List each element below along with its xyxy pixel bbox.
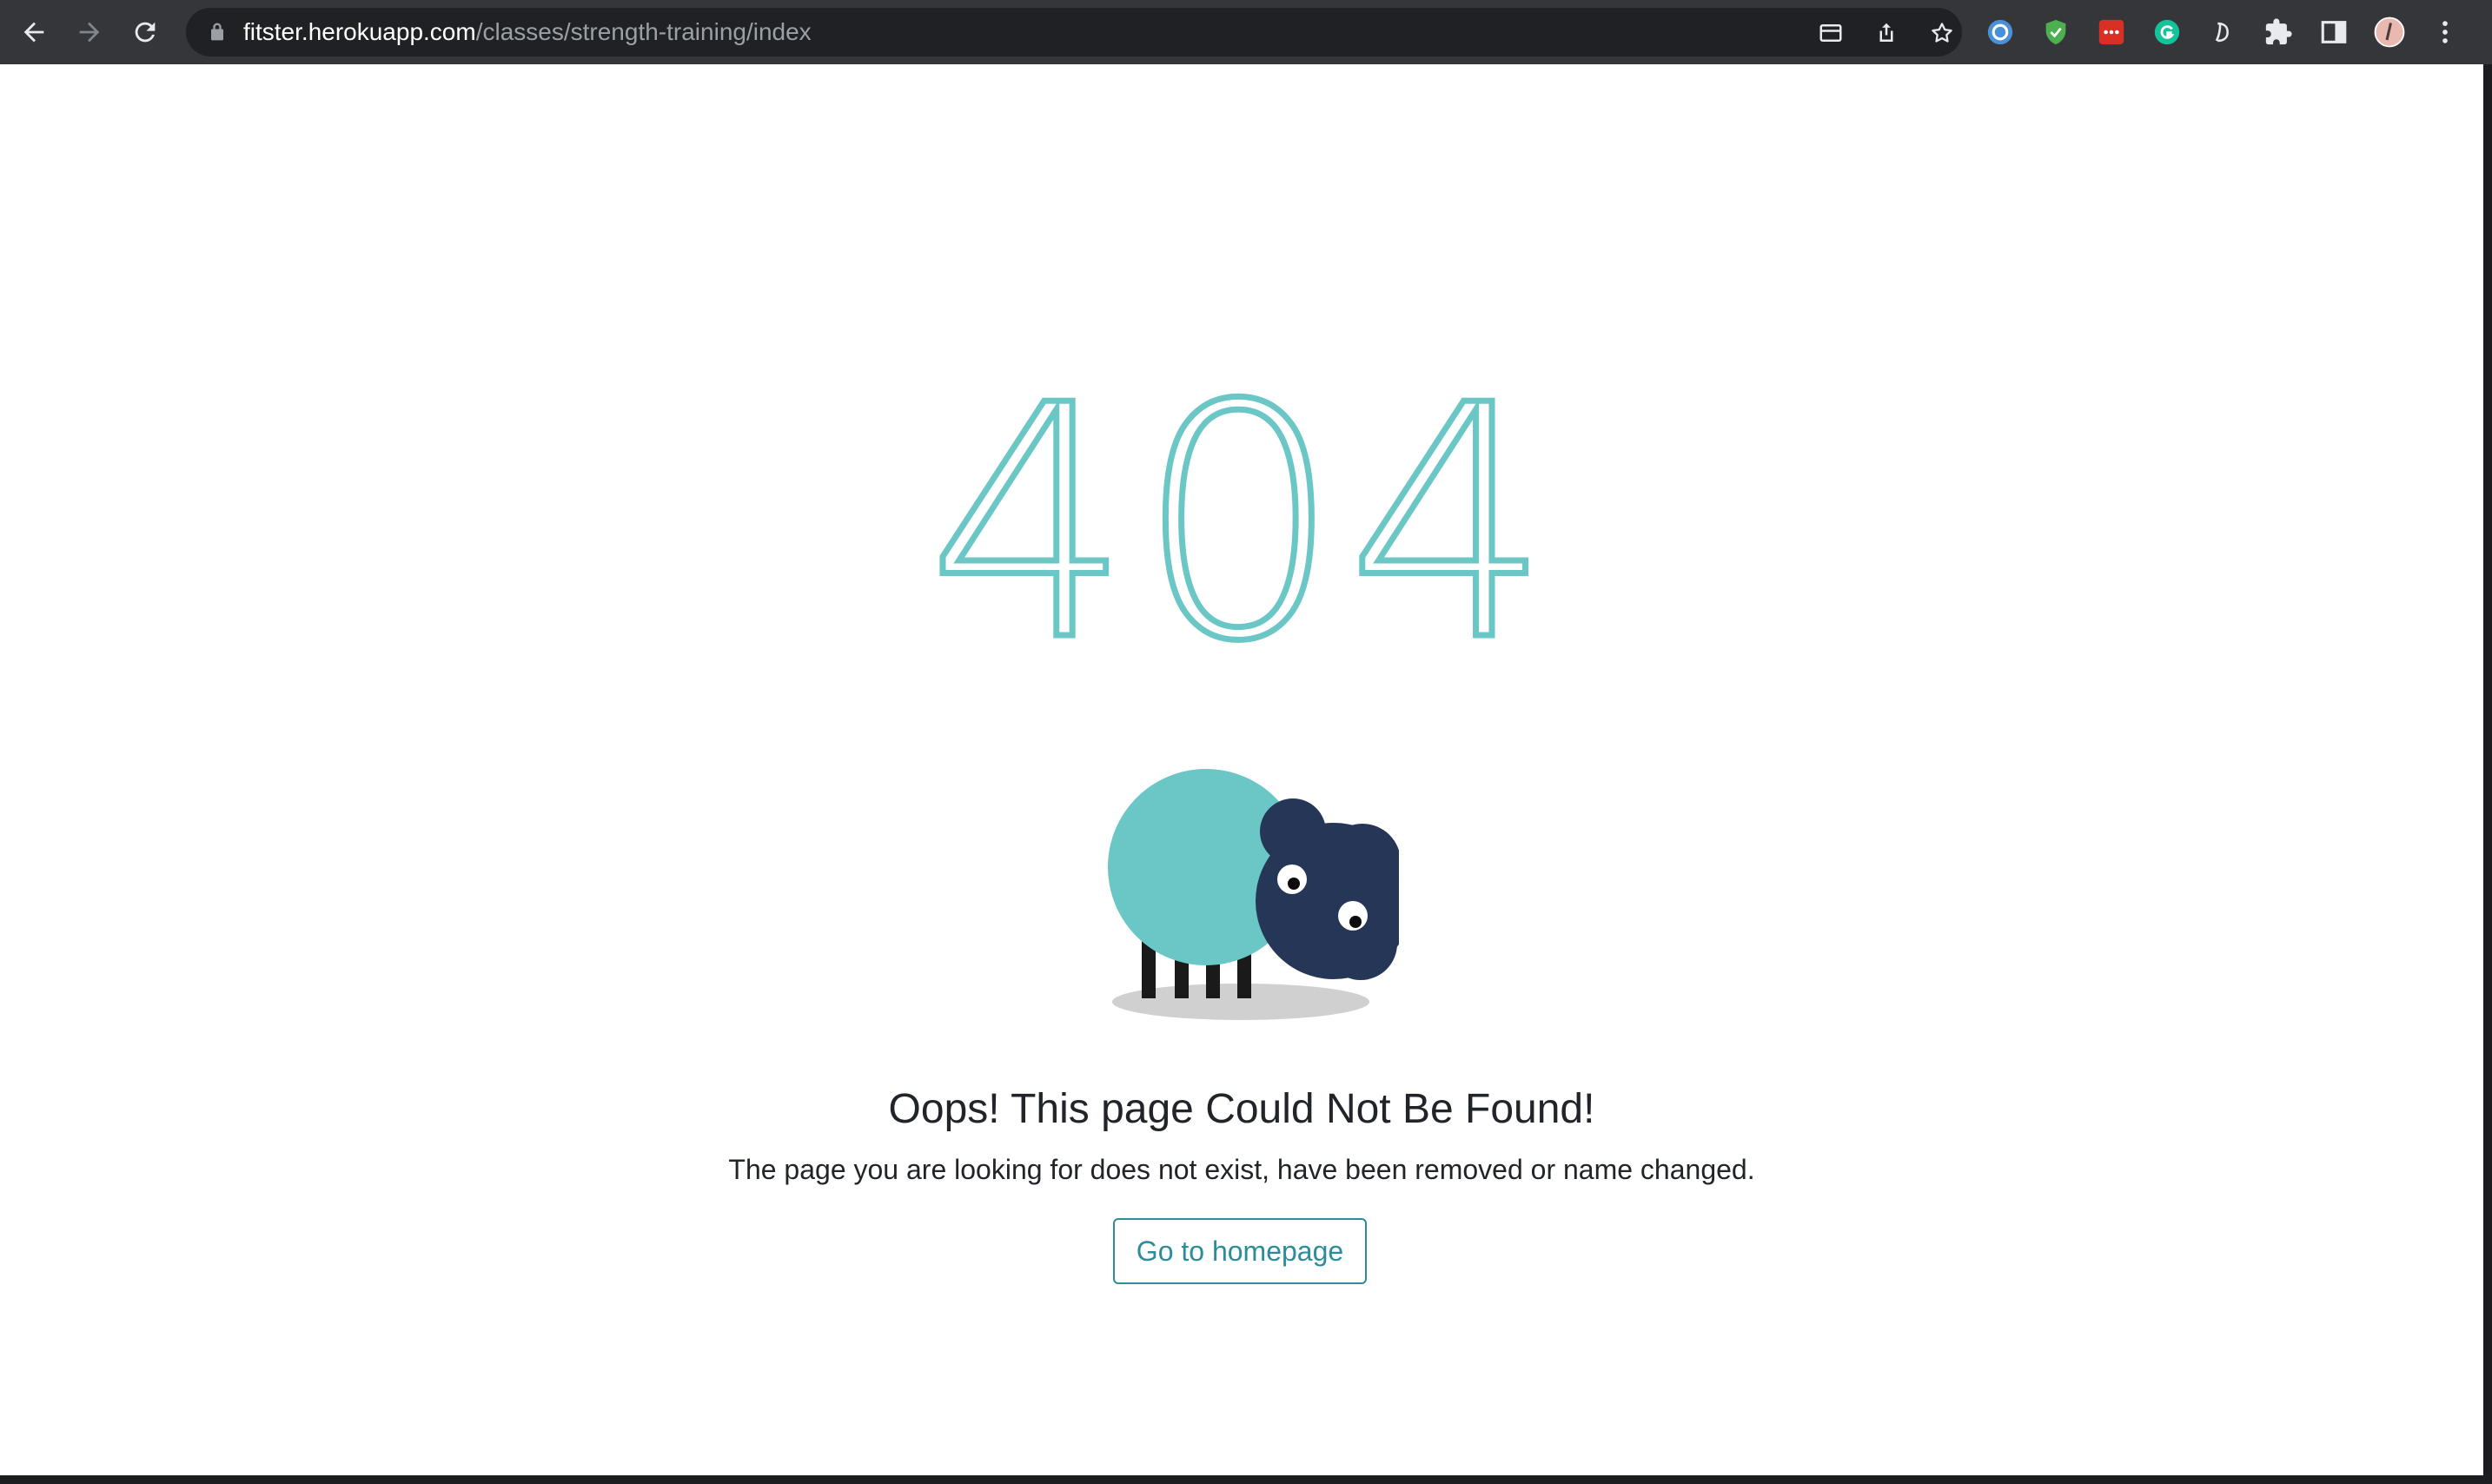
password-manager-icon[interactable] [1985, 17, 2016, 48]
star-icon[interactable] [1929, 20, 1955, 46]
sheep-pupil [1288, 878, 1300, 890]
browser-toolbar: fitster.herokuapp.com/classes/strength-t… [0, 0, 2492, 64]
share-icon[interactable] [1873, 20, 1899, 46]
go-to-homepage-button[interactable]: Go to homepage [1113, 1218, 1367, 1284]
profile-avatar[interactable] [2374, 17, 2405, 48]
window-edge-right [2483, 64, 2492, 1484]
url-host: fitster.herokuapp.com [243, 18, 476, 45]
url-text[interactable]: fitster.herokuapp.com/classes/strength-t… [243, 8, 812, 56]
arrow-left-icon [23, 22, 44, 43]
lock-icon [211, 23, 223, 41]
window-edge-bottom [0, 1475, 2492, 1484]
forward-button[interactable] [70, 12, 109, 52]
card-icon[interactable] [1818, 20, 1844, 46]
page-title: Oops! This page Could Not Be Found! [888, 1086, 1595, 1132]
sheep-head [1256, 798, 1399, 980]
address-bar[interactable]: fitster.herokuapp.com/classes/strength-t… [186, 8, 1962, 56]
error-message: The page you are looking for does not ex… [728, 1154, 1755, 1185]
shield-check-icon[interactable] [2040, 17, 2071, 48]
back-button[interactable] [14, 12, 54, 52]
sheep-illustration [1108, 769, 1399, 1020]
kebab-menu-icon[interactable] [2429, 17, 2461, 48]
side-panel-icon[interactable] [2318, 17, 2350, 48]
grammarly-icon[interactable] [2151, 17, 2183, 48]
page-viewport: 404 Oops! This page Could Not Be Found! … [0, 64, 2483, 1475]
red-dots-extension-icon[interactable] [2096, 17, 2127, 48]
reload-icon [135, 22, 156, 43]
url-path: /classes/strength-training/index [475, 18, 812, 45]
sheep-pupil [1349, 916, 1362, 928]
puzzle-piece-icon[interactable] [2263, 17, 2294, 48]
arrow-right-icon [79, 22, 100, 43]
reload-button[interactable] [125, 12, 165, 52]
error-code-404: 404 [924, 338, 1557, 712]
script-d-extension-icon[interactable] [2207, 17, 2238, 48]
